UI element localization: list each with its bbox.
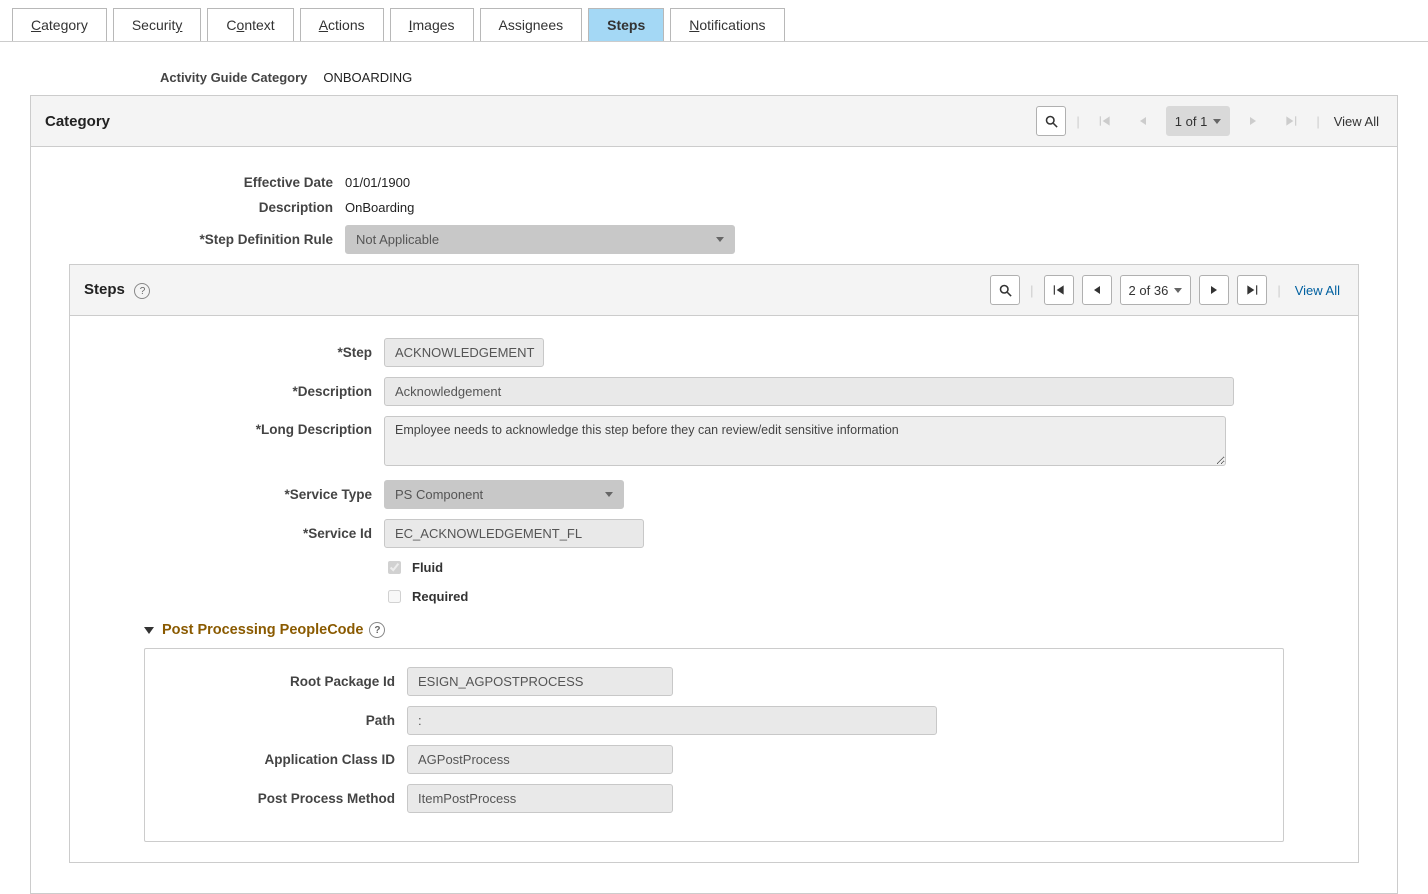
divider: | (1074, 114, 1081, 129)
tab-strip: Category Security Context Actions Images… (0, 0, 1428, 42)
step-description-input[interactable]: Acknowledgement (384, 377, 1234, 406)
service-type-label: *Service Type (84, 487, 384, 502)
path-label: Path (155, 713, 407, 728)
tab-security[interactable]: Security (113, 8, 202, 41)
app-class-input[interactable]: AGPostProcess (407, 745, 673, 774)
service-type-select[interactable]: PS Component (384, 480, 624, 509)
chevron-down-icon (605, 492, 613, 497)
category-panel-title: Category (45, 113, 110, 130)
category-grid-controls: | 1 of 1 | View All (1036, 106, 1383, 136)
view-all-link[interactable]: View All (1330, 114, 1383, 129)
collapse-icon (144, 627, 154, 634)
tab-category[interactable]: Category (12, 8, 107, 41)
tab-steps[interactable]: Steps (588, 8, 664, 41)
first-page-icon (1090, 106, 1120, 136)
tab-assignees[interactable]: Assignees (480, 8, 583, 41)
step-rule-value: Not Applicable (356, 232, 439, 247)
steps-panel: Steps ? | 2 of 36 (69, 264, 1359, 863)
last-page-icon[interactable] (1237, 275, 1267, 305)
step-description-label: *Description (84, 384, 384, 399)
steps-panel-title: Steps (84, 281, 125, 298)
first-page-icon[interactable] (1044, 275, 1074, 305)
long-description-textarea[interactable]: Employee needs to acknowledge this step … (384, 416, 1226, 466)
activity-guide-label: Activity Guide Category (160, 70, 307, 85)
category-panel-header: Category | 1 of 1 | View All (31, 96, 1397, 147)
ppc-title: Post Processing PeopleCode (162, 622, 363, 638)
page-counter[interactable]: 2 of 36 (1120, 275, 1192, 305)
description-value: OnBoarding (345, 200, 414, 215)
effective-date-value: 01/01/1900 (345, 175, 410, 190)
post-process-method-label: Post Process Method (155, 791, 407, 806)
help-icon[interactable]: ? (369, 622, 385, 638)
divider: | (1275, 283, 1282, 298)
root-package-label: Root Package Id (155, 674, 407, 689)
tab-context[interactable]: Context (207, 8, 293, 41)
last-page-icon (1276, 106, 1306, 136)
divider: | (1314, 114, 1321, 129)
prev-page-icon[interactable] (1082, 275, 1112, 305)
steps-panel-header: Steps ? | 2 of 36 (70, 265, 1358, 316)
page-counter[interactable]: 1 of 1 (1166, 106, 1231, 136)
search-icon[interactable] (990, 275, 1020, 305)
ppc-header[interactable]: Post Processing PeopleCode ? (144, 622, 1344, 638)
service-id-input[interactable]: EC_ACKNOWLEDGEMENT_FL (384, 519, 644, 548)
next-page-icon[interactable] (1199, 275, 1229, 305)
chevron-down-icon (1213, 119, 1221, 124)
step-input[interactable]: ACKNOWLEDGEMENT (384, 338, 544, 367)
required-label: Required (412, 589, 468, 604)
divider: | (1028, 283, 1035, 298)
long-description-label: *Long Description (84, 416, 384, 437)
category-panel: Category | 1 of 1 | View All (30, 95, 1398, 894)
prev-page-icon (1128, 106, 1158, 136)
post-process-method-input[interactable]: ItemPostProcess (407, 784, 673, 813)
app-class-label: Application Class ID (155, 752, 407, 767)
path-input[interactable]: : (407, 706, 937, 735)
chevron-down-icon (716, 237, 724, 242)
required-checkbox[interactable] (388, 590, 401, 603)
steps-grid-controls: | 2 of 36 (990, 275, 1344, 305)
tab-images[interactable]: Images (390, 8, 474, 41)
fluid-label: Fluid (412, 560, 443, 575)
fluid-checkbox[interactable] (388, 561, 401, 574)
page-counter-label: 1 of 1 (1175, 114, 1208, 129)
next-page-icon (1238, 106, 1268, 136)
tab-actions[interactable]: Actions (300, 8, 384, 41)
service-id-label: *Service Id (84, 526, 384, 541)
page-counter-label: 2 of 36 (1129, 283, 1169, 298)
description-label: Description (45, 200, 345, 215)
step-rule-select[interactable]: Not Applicable (345, 225, 735, 254)
ppc-box: Root Package Id ESIGN_AGPOSTPROCESS Path… (144, 648, 1284, 842)
step-rule-label: *Step Definition Rule (45, 232, 345, 247)
service-type-value: PS Component (395, 487, 483, 502)
help-icon[interactable]: ? (134, 283, 150, 299)
root-package-input[interactable]: ESIGN_AGPOSTPROCESS (407, 667, 673, 696)
tab-notifications[interactable]: Notifications (670, 8, 784, 41)
view-all-link[interactable]: View All (1291, 283, 1344, 298)
step-label: *Step (84, 345, 384, 360)
chevron-down-icon (1174, 288, 1182, 293)
search-icon[interactable] (1036, 106, 1066, 136)
effective-date-label: Effective Date (45, 175, 345, 190)
activity-guide-value: ONBOARDING (323, 70, 412, 85)
activity-guide-header: Activity Guide Category ONBOARDING (160, 70, 1428, 85)
